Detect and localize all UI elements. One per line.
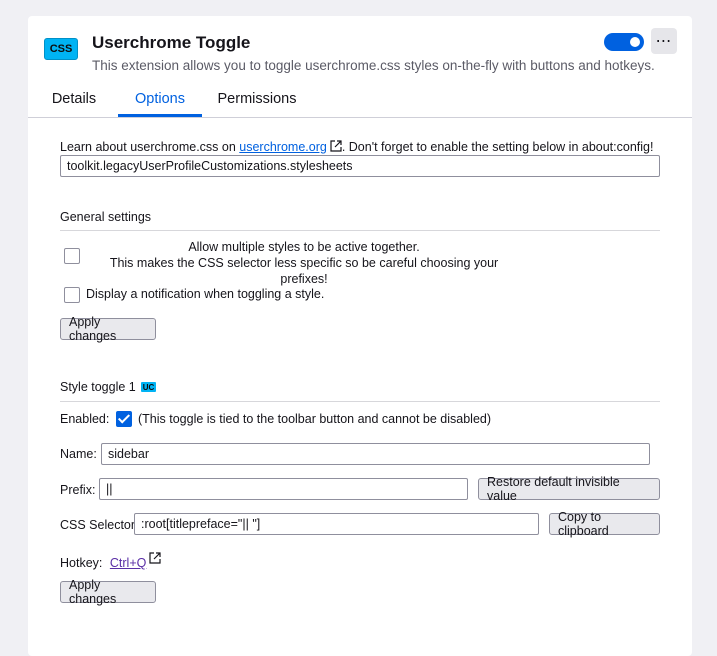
enabled-note: (This toggle is tied to the toolbar butt…	[138, 412, 492, 426]
extension-card: CSS Userchrome Toggle This extension all…	[28, 16, 692, 656]
extension-description: This extension allows you to toggle user…	[92, 58, 655, 73]
extension-title: Userchrome Toggle	[92, 33, 251, 52]
divider	[60, 230, 660, 231]
name-label: Name:	[60, 447, 97, 461]
enabled-label: Enabled:	[60, 412, 110, 426]
hotkey-label: Hotkey:	[60, 556, 103, 570]
hotkey-link[interactable]: Ctrl+Q	[110, 556, 146, 570]
intro-text-after: . Don't forget to enable the setting bel…	[341, 140, 654, 154]
css-selector-label: CSS Selector:	[60, 518, 139, 532]
tab-details[interactable]: Details	[51, 91, 97, 116]
apply-style-button[interactable]: Apply changes	[60, 578, 156, 606]
intro-text: Learn about userchrome.css on userchrome…	[60, 140, 653, 154]
more-options-button[interactable]: ⋯	[651, 28, 677, 54]
copy-to-clipboard-button[interactable]: Copy to clipboard	[549, 510, 660, 538]
name-input[interactable]: sidebar	[101, 443, 650, 465]
notify-label: Display a notification when toggling a s…	[86, 287, 325, 301]
restore-default-button[interactable]: Restore default invisible value	[478, 475, 660, 503]
extension-enable-toggle[interactable]	[604, 33, 644, 51]
config-pref-field[interactable]: toolkit.legacyUserProfileCustomizations.…	[60, 155, 660, 177]
notify-checkbox[interactable]	[64, 287, 80, 303]
intro-text-before: Learn about userchrome.css on	[60, 140, 240, 154]
allow-multiple-checkbox[interactable]	[64, 248, 80, 264]
enabled-checkbox[interactable]	[116, 411, 132, 427]
uc-badge-icon: UC	[141, 382, 156, 392]
prefix-input[interactable]: ||	[99, 478, 468, 500]
css-extension-icon: CSS	[44, 38, 78, 60]
external-link-icon	[330, 140, 342, 152]
tab-permissions[interactable]: Permissions	[216, 91, 298, 116]
divider	[60, 401, 660, 402]
prefix-label: Prefix:	[60, 483, 96, 497]
tab-options[interactable]: Options	[118, 91, 202, 117]
allow-multiple-line1: Allow multiple styles to be active toget…	[188, 240, 420, 254]
apply-general-button[interactable]: Apply changes	[60, 315, 156, 343]
css-selector-field[interactable]: :root[titlepreface="|| "]	[134, 513, 539, 535]
userchrome-org-link[interactable]: userchrome.org	[239, 140, 327, 154]
general-settings-title: General settings	[60, 210, 152, 224]
allow-multiple-label: Allow multiple styles to be active toget…	[86, 239, 522, 287]
hotkey-row: Hotkey: Ctrl+Q	[60, 552, 161, 570]
tab-bar: Details Options Permissions	[28, 88, 692, 118]
style-toggle-title: Style toggle 1	[60, 380, 136, 394]
external-link-icon	[149, 552, 161, 564]
toggle-knob	[630, 37, 640, 47]
allow-multiple-line2: This makes the CSS selector less specifi…	[109, 256, 499, 286]
